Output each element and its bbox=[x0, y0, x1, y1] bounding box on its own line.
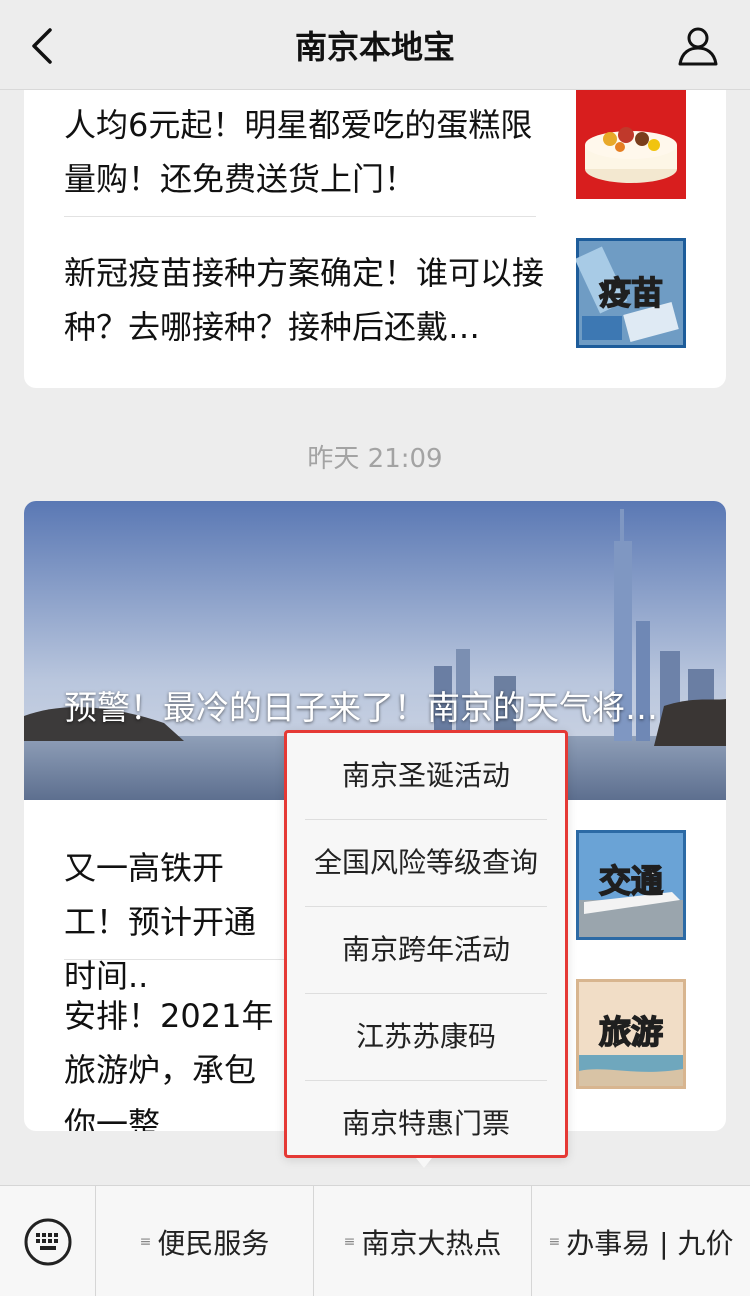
menu-tab-services[interactable]: ≡ 便民服务 bbox=[96, 1186, 314, 1296]
menu-tab-hot-topics[interactable]: ≡ 南京大热点 bbox=[314, 1186, 532, 1296]
keyboard-toggle-button[interactable] bbox=[0, 1186, 96, 1296]
cake-image bbox=[576, 89, 686, 199]
menu-popup: 南京圣诞活动 全国风险等级查询 南京跨年活动 江苏苏康码 南京特惠门票 bbox=[284, 730, 568, 1158]
menu-item-health-code[interactable]: 江苏苏康码 bbox=[287, 994, 565, 1080]
tab-label: 便民服务 bbox=[157, 1226, 270, 1260]
menu-item-christmas-events[interactable]: 南京圣诞活动 bbox=[287, 733, 565, 819]
tab-label: 办事易 | 九价 bbox=[566, 1226, 734, 1260]
menu-item-discount-tickets[interactable]: 南京特惠门票 bbox=[287, 1081, 565, 1167]
article-title[interactable]: 又一高铁开工！预计开通时间.. bbox=[64, 841, 284, 1003]
menu-item-new-year-events[interactable]: 南京跨年活动 bbox=[287, 907, 565, 993]
vaccine-label: 疫苗 bbox=[599, 274, 663, 312]
timestamp: 昨天 21:09 bbox=[307, 444, 443, 474]
beach-image: 旅游 bbox=[576, 979, 686, 1089]
bottom-menu-bar: ≡ 便民服务 ≡ 南京大热点 ≡ 办事易 | 九价 bbox=[0, 1185, 750, 1296]
article-title[interactable]: 安排！2021年旅游炉，承包你一整 bbox=[64, 989, 284, 1131]
travel-thumbnail[interactable]: 旅游 bbox=[576, 979, 686, 1089]
cake-thumbnail[interactable] bbox=[576, 89, 686, 199]
traffic-label: 交通 bbox=[599, 862, 663, 900]
divider bbox=[64, 216, 536, 217]
user-icon bbox=[678, 27, 718, 66]
tab-label: 南京大热点 bbox=[361, 1226, 502, 1260]
cover-title[interactable]: 预警！最冷的日子来了！南京的天气将… bbox=[64, 681, 684, 735]
vaccine-thumbnail[interactable]: 疫苗 bbox=[574, 238, 686, 348]
page-title: 南京本地宝 bbox=[294, 28, 455, 66]
profile-button[interactable] bbox=[676, 24, 720, 68]
article-card: 人均6元起！明星都爱吃的蛋糕限量购！还免费送货上门！ 新冠疫苗接种方案确定！谁可… bbox=[24, 60, 726, 388]
travel-label: 旅游 bbox=[599, 1013, 663, 1051]
menu-item-risk-level-query[interactable]: 全国风险等级查询 bbox=[287, 820, 565, 906]
nav-bar: 南京本地宝 bbox=[0, 0, 750, 90]
menu-tab-affairs[interactable]: ≡ 办事易 | 九价 bbox=[532, 1186, 750, 1296]
traffic-thumbnail[interactable]: 交通 bbox=[576, 830, 686, 940]
popup-pointer bbox=[416, 1158, 432, 1168]
article-title[interactable]: 人均6元起！明星都爱吃的蛋糕限量购！还免费送货上门！ bbox=[64, 98, 544, 206]
keyboard-icon bbox=[24, 1218, 72, 1266]
menu-lines-icon: ≡ bbox=[139, 1233, 152, 1250]
vaccine-image: 疫苗 bbox=[574, 238, 686, 348]
train-image: 交通 bbox=[576, 830, 686, 940]
menu-lines-icon: ≡ bbox=[548, 1233, 561, 1250]
article-title[interactable]: 新冠疫苗接种方案确定！谁可以接种？去哪接种？接种后还戴… bbox=[64, 246, 544, 354]
menu-lines-icon: ≡ bbox=[343, 1233, 356, 1250]
